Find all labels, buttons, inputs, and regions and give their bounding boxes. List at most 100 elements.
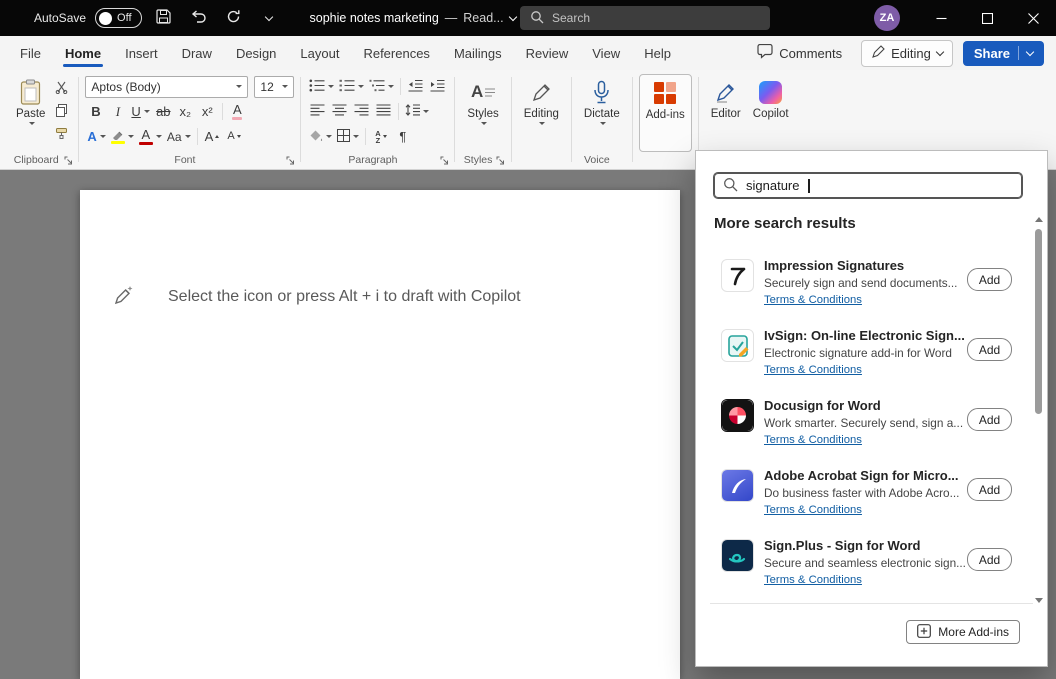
paragraph-dialog-launcher[interactable] bbox=[438, 154, 450, 166]
scissors-icon bbox=[55, 81, 68, 97]
document-page[interactable]: Select the icon or press Alt + i to draf… bbox=[80, 190, 680, 679]
autosave-toggle[interactable]: Off bbox=[95, 8, 142, 28]
font-color-button[interactable]: A bbox=[137, 126, 164, 147]
font-size-value: 12 bbox=[260, 79, 274, 94]
add-addin-button[interactable]: Add bbox=[967, 338, 1012, 361]
addin-list-item[interactable]: Sign.Plus - Sign for Word Secure and sea… bbox=[696, 531, 1031, 601]
font-size-select[interactable]: 12 bbox=[254, 75, 295, 98]
font-name-select[interactable]: Aptos (Body) bbox=[85, 75, 249, 98]
shrink-font-button[interactable]: A bbox=[224, 126, 245, 147]
document-title[interactable]: sophie notes marketing — Read... bbox=[310, 11, 517, 25]
line-spacing-icon bbox=[405, 104, 421, 119]
add-addin-button[interactable]: Add bbox=[967, 548, 1012, 571]
copilot-draft-icon[interactable] bbox=[112, 284, 134, 309]
italic-button[interactable]: I bbox=[107, 101, 128, 122]
highlight-color-button[interactable] bbox=[109, 126, 136, 147]
minimize-button[interactable] bbox=[918, 0, 964, 36]
menu-tab-view[interactable]: View bbox=[580, 36, 632, 70]
menu-tab-references[interactable]: References bbox=[351, 36, 441, 70]
increase-indent-button[interactable] bbox=[427, 76, 448, 97]
search-box[interactable] bbox=[520, 6, 770, 30]
terms-conditions-link[interactable]: Terms & Conditions bbox=[764, 294, 862, 306]
comments-label: Comments bbox=[779, 45, 843, 61]
superscript-button[interactable]: x² bbox=[197, 101, 218, 122]
bold-button[interactable]: B bbox=[85, 101, 106, 122]
menu-tab-file[interactable]: File bbox=[8, 36, 53, 70]
styles-dialog-launcher[interactable] bbox=[495, 154, 507, 166]
borders-button[interactable] bbox=[335, 126, 361, 147]
bullet-list-button[interactable] bbox=[307, 76, 336, 97]
comments-button[interactable]: Comments bbox=[748, 40, 851, 66]
search-input[interactable] bbox=[552, 11, 760, 25]
show-paragraph-marks-button[interactable]: ¶ bbox=[392, 126, 413, 147]
styles-group-label: Styles bbox=[463, 154, 493, 166]
undo-button[interactable] bbox=[186, 5, 212, 31]
grow-font-button[interactable]: A bbox=[202, 126, 223, 147]
add-addin-button[interactable]: Add bbox=[967, 408, 1012, 431]
multilevel-list-button[interactable] bbox=[367, 76, 396, 97]
underline-button[interactable]: U bbox=[129, 101, 151, 122]
terms-conditions-link[interactable]: Terms & Conditions bbox=[764, 364, 862, 376]
addin-list-item[interactable]: Impression Signatures Securely sign and … bbox=[696, 251, 1031, 321]
menu-tab-draw[interactable]: Draw bbox=[170, 36, 224, 70]
menu-tab-insert[interactable]: Insert bbox=[113, 36, 170, 70]
subscript-button[interactable]: x₂ bbox=[175, 101, 196, 122]
text-effects-button[interactable]: A bbox=[85, 126, 107, 147]
addins-search-input[interactable]: signature bbox=[713, 172, 1023, 199]
addins-button[interactable]: Add-ins bbox=[638, 74, 692, 152]
terms-conditions-link[interactable]: Terms & Conditions bbox=[764, 504, 862, 516]
clear-formatting-button[interactable]: A bbox=[227, 101, 248, 122]
more-addins-button[interactable]: More Add-ins bbox=[906, 620, 1020, 644]
addin-list-item[interactable]: Docusign for Word Work smarter. Securely… bbox=[696, 391, 1031, 461]
align-center-button[interactable] bbox=[329, 101, 350, 122]
panel-scrollbar[interactable] bbox=[1033, 215, 1044, 605]
menu-tab-home[interactable]: Home bbox=[53, 36, 113, 70]
font-dialog-launcher[interactable] bbox=[284, 154, 296, 166]
numbered-list-button[interactable] bbox=[337, 76, 366, 97]
share-button[interactable]: Share bbox=[962, 40, 1044, 66]
editing-button[interactable]: Editing bbox=[518, 74, 565, 152]
add-addin-button[interactable]: Add bbox=[967, 268, 1012, 291]
scrollbar-thumb[interactable] bbox=[1035, 229, 1042, 414]
terms-conditions-link[interactable]: Terms & Conditions bbox=[764, 434, 862, 446]
menu-tab-review[interactable]: Review bbox=[514, 36, 581, 70]
save-button[interactable] bbox=[151, 5, 177, 31]
menu-tab-help[interactable]: Help bbox=[632, 36, 683, 70]
menu-tab-mailings[interactable]: Mailings bbox=[442, 36, 514, 70]
format-painter-button[interactable] bbox=[51, 124, 72, 145]
paste-button[interactable]: Paste bbox=[10, 74, 51, 152]
align-left-button[interactable] bbox=[307, 101, 328, 122]
clipboard-dialog-launcher[interactable] bbox=[62, 154, 74, 166]
terms-conditions-link[interactable]: Terms & Conditions bbox=[764, 574, 862, 586]
cut-button[interactable] bbox=[51, 78, 72, 99]
dictate-button[interactable]: Dictate bbox=[578, 74, 626, 152]
addin-list-item[interactable]: Adobe Acrobat Sign for Micro... Do busin… bbox=[696, 461, 1031, 531]
scroll-up-icon[interactable] bbox=[1034, 217, 1043, 222]
styles-button[interactable]: A Styles bbox=[461, 74, 504, 152]
highlight-color-bar bbox=[110, 140, 125, 145]
align-right-button[interactable] bbox=[351, 101, 372, 122]
menu-tab-design[interactable]: Design bbox=[224, 36, 288, 70]
close-button[interactable] bbox=[1010, 0, 1056, 36]
copilot-button[interactable]: Copilot bbox=[747, 74, 795, 152]
editor-button[interactable]: Editor bbox=[705, 74, 747, 152]
menu-tab-layout[interactable]: Layout bbox=[288, 36, 351, 70]
justify-button[interactable] bbox=[373, 101, 394, 122]
maximize-button[interactable] bbox=[964, 0, 1010, 36]
bullet-list-icon bbox=[309, 79, 325, 95]
line-spacing-button[interactable] bbox=[403, 101, 431, 122]
decrease-indent-button[interactable] bbox=[405, 76, 426, 97]
sort-button[interactable]: A Z bbox=[370, 126, 391, 147]
share-label: Share bbox=[973, 45, 1010, 61]
add-addin-button[interactable]: Add bbox=[967, 478, 1012, 501]
shading-button[interactable] bbox=[307, 126, 334, 147]
avatar[interactable]: ZA bbox=[874, 5, 900, 31]
quick-access-menu-button[interactable] bbox=[256, 5, 282, 31]
change-case-button[interactable]: Aa bbox=[165, 126, 193, 147]
editing-mode-dropdown[interactable]: Editing bbox=[861, 39, 953, 67]
copy-button[interactable] bbox=[51, 101, 72, 122]
redo-button[interactable] bbox=[221, 5, 247, 31]
scroll-down-icon[interactable] bbox=[1034, 598, 1043, 603]
addin-list-item[interactable]: IvSign: On-line Electronic Sign... Elect… bbox=[696, 321, 1031, 391]
strikethrough-button[interactable]: ab bbox=[153, 101, 174, 122]
